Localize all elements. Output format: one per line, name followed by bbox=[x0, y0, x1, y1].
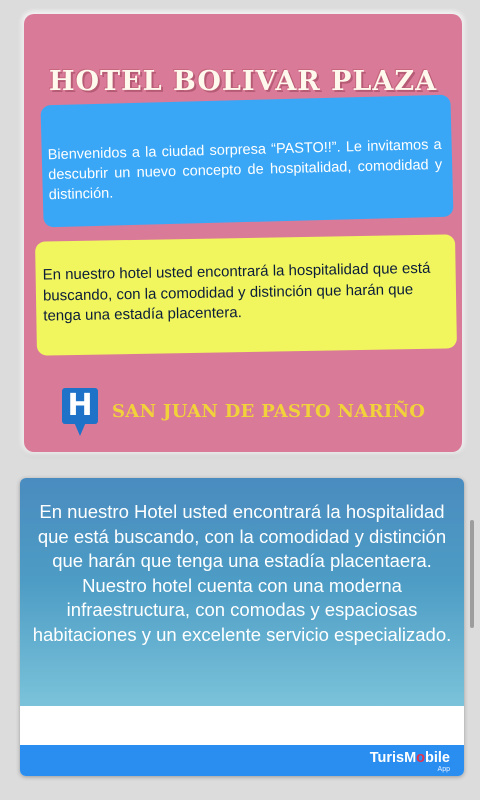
info-description: En nuestro Hotel usted encontrará la hos… bbox=[32, 501, 452, 645]
brand-footer: TurisMobile App bbox=[20, 745, 464, 776]
highlight-text: En nuestro hotel usted encontrará la hos… bbox=[42, 259, 431, 325]
scrollbar[interactable] bbox=[470, 520, 474, 628]
welcome-bubble: Bienvenidos a la ciudad sorpresa “PASTO!… bbox=[40, 94, 454, 228]
hotel-card: HOTEL BOLIVAR PLAZA Bienvenidos a la ciu… bbox=[24, 14, 462, 452]
hotel-map-pin-icon: H bbox=[62, 388, 98, 424]
turismobile-logo[interactable]: TurisMobile bbox=[370, 750, 450, 766]
brand-subtitle: App bbox=[437, 766, 450, 773]
brand-name-prefix: TurisM bbox=[369, 750, 417, 766]
map-pin-icon: o bbox=[416, 750, 426, 766]
location-text: SAN JUAN DE PASTO NARIÑO bbox=[112, 401, 426, 422]
map-pin-tail bbox=[74, 422, 86, 436]
info-panel: En nuestro Hotel usted encontrará la hos… bbox=[20, 478, 464, 706]
welcome-text: Bienvenidos a la ciudad sorpresa “PASTO!… bbox=[47, 136, 443, 204]
hotel-title: HOTEL BOLIVAR PLAZA bbox=[48, 66, 438, 97]
highlight-bubble: En nuestro hotel usted encontrará la hos… bbox=[35, 234, 457, 356]
info-card: En nuestro Hotel usted encontrará la hos… bbox=[20, 478, 464, 776]
brand-name-suffix: bile bbox=[425, 750, 450, 766]
